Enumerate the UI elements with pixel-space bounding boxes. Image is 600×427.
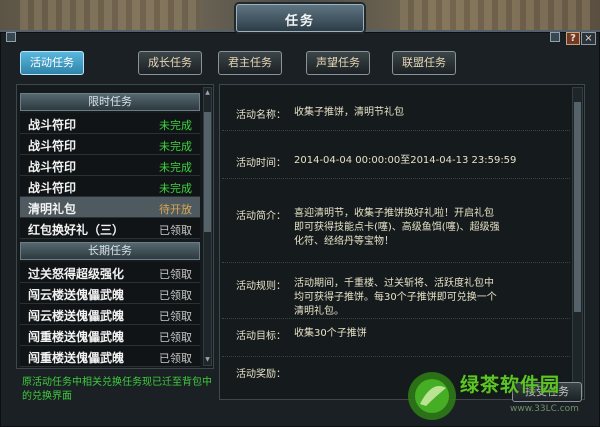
- task-name: 过关怒得超级强化: [28, 267, 125, 281]
- detail-target-field: 活动目标： 收集30个子推饼: [222, 321, 570, 357]
- task-row[interactable]: 战斗符印 未完成: [20, 155, 200, 176]
- task-name: 闯重楼送傀儡武魄: [28, 330, 125, 344]
- watermark-text: 绿茶软件园: [460, 374, 561, 396]
- help-button[interactable]: ?: [566, 32, 580, 45]
- task-detail-panel: 活动名称： 收集子推饼，清明节礼包 活动时间： 2014-04-04 00:00…: [219, 84, 585, 400]
- frame-corner-right: [550, 32, 560, 42]
- task-name: 清明礼包: [28, 202, 77, 216]
- task-row[interactable]: 闯云楼送傀儡武魄 已领取: [20, 283, 200, 304]
- task-name: 战斗符印: [28, 139, 77, 153]
- tab-reputation-tasks[interactable]: 声望任务: [306, 51, 370, 75]
- limited-tasks-header: 限时任务: [20, 93, 200, 111]
- task-status: 未完成: [159, 161, 192, 174]
- task-status: 未完成: [159, 140, 192, 153]
- detail-reward-label: 活动奖励：: [236, 369, 286, 380]
- task-name: 战斗符印: [28, 181, 77, 195]
- close-button[interactable]: ×: [581, 32, 596, 45]
- detail-intro-value: 喜迎清明节，收集子推饼换好礼啦！开启礼包即可获得技能点卡(噻)、高级鱼饵(噻)、…: [294, 208, 500, 247]
- task-name: 闯重楼送傀儡武魄: [28, 351, 125, 365]
- scene-buildings-right: [400, 0, 590, 30]
- exchange-notice: 原活动任务中相关兑换任务现已迁至背包中的兑换界面: [22, 377, 212, 402]
- detail-rules-label: 活动规则：: [236, 281, 286, 292]
- task-status: 已领取: [159, 352, 192, 365]
- task-status: 待开放: [159, 203, 192, 216]
- scroll-up-arrow-icon[interactable]: ▲: [204, 89, 211, 97]
- task-status: 已领取: [159, 331, 192, 344]
- task-status: 已领取: [159, 310, 192, 323]
- task-list-panel: 限时任务 战斗符印 未完成 战斗符印 未完成 战斗符印 未完成 战斗符印 未完成…: [16, 84, 214, 369]
- detail-target-label: 活动目标：: [236, 331, 286, 342]
- task-name: 闯云楼送傀儡武魄: [28, 309, 125, 323]
- detail-target-value: 收集30个子推饼: [294, 328, 367, 339]
- frame-corner-left: [6, 32, 16, 42]
- detail-scrollbar[interactable]: [572, 87, 583, 397]
- tab-activity-tasks[interactable]: 活动任务: [20, 51, 84, 75]
- task-row[interactable]: 红包换好礼（三） 已领取: [20, 218, 200, 239]
- detail-time-value: 2014-04-04 00:00:00至2014-04-13 23:59:59: [294, 155, 517, 166]
- detail-time-label: 活动时间：: [236, 158, 286, 169]
- detail-rules-field: 活动规则： 活动期间，千重楼、过关斩将、活跃度礼包中均可获得子推饼。每30个子推…: [222, 265, 570, 319]
- task-row[interactable]: 战斗符印 未完成: [20, 113, 200, 134]
- task-row[interactable]: 战斗符印 未完成: [20, 176, 200, 197]
- task-list-scrollbar[interactable]: ▲ ▼: [203, 87, 212, 366]
- task-row[interactable]: 闯重楼送傀儡武魄 已领取: [20, 325, 200, 346]
- scroll-down-arrow-icon[interactable]: ▼: [204, 356, 211, 364]
- scene-buildings-left: [20, 0, 200, 30]
- longterm-tasks-header: 长期任务: [20, 242, 200, 260]
- detail-intro-field: 活动简介： 喜迎清明节，收集子推饼换好礼啦！开启礼包即可获得技能点卡(噻)、高级…: [222, 181, 570, 263]
- detail-name-value: 收集子推饼，清明节礼包: [294, 107, 404, 118]
- task-row[interactable]: 过关怒得超级强化 已领取: [20, 262, 200, 283]
- scroll-thumb[interactable]: [574, 102, 581, 312]
- detail-name-label: 活动名称：: [236, 110, 286, 121]
- task-status: 已领取: [159, 224, 192, 237]
- task-name: 闯云楼送傀儡武魄: [28, 288, 125, 302]
- tab-growth-tasks[interactable]: 成长任务: [138, 51, 202, 75]
- watermark-url: www.33LC.com: [510, 404, 579, 414]
- watermark: 绿茶软件园 www.33LC.com: [402, 364, 600, 427]
- detail-time-field: 活动时间： 2014-04-04 00:00:00至2014-04-13 23:…: [222, 133, 570, 179]
- task-status: 未完成: [159, 119, 192, 132]
- watermark-logo-icon: [408, 372, 456, 420]
- task-row[interactable]: 战斗符印 未完成: [20, 134, 200, 155]
- detail-intro-label: 活动简介：: [236, 211, 286, 222]
- task-status: 已领取: [159, 268, 192, 281]
- task-status: 未完成: [159, 182, 192, 195]
- window-title: 任务: [284, 14, 315, 29]
- task-row[interactable]: 闯重楼送傀儡武魄 已领取: [20, 346, 200, 367]
- task-status: 已领取: [159, 289, 192, 302]
- detail-rules-value: 活动期间，千重楼、过关斩将、活跃度礼包中均可获得子推饼。每30个子推饼即可兑换一…: [294, 278, 497, 317]
- task-row[interactable]: 闯云楼送傀儡武魄 已领取: [20, 304, 200, 325]
- tab-lord-tasks[interactable]: 君主任务: [218, 51, 282, 75]
- task-row-selected[interactable]: 清明礼包 待开放: [20, 197, 200, 218]
- scroll-thumb[interactable]: [204, 112, 211, 232]
- task-name: 战斗符印: [28, 160, 77, 174]
- task-name: 战斗符印: [28, 118, 77, 132]
- window-title-tab: 任务: [236, 4, 364, 32]
- detail-name-field: 活动名称： 收集子推饼，清明节礼包: [222, 87, 570, 131]
- task-name: 红包换好礼（三）: [28, 223, 125, 237]
- tab-alliance-tasks[interactable]: 联盟任务: [392, 51, 456, 75]
